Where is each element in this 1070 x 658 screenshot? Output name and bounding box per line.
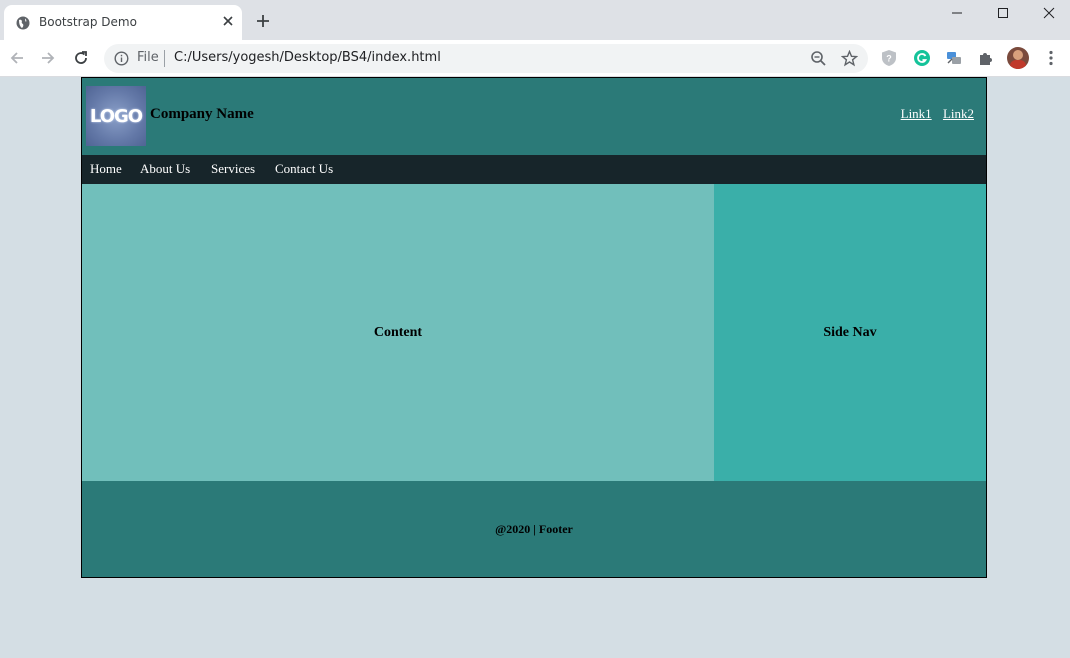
logo-text: LOGO (89, 105, 143, 127)
forward-button[interactable] (38, 48, 58, 68)
omnibox-divider (164, 50, 165, 67)
grammarly-icon[interactable] (913, 49, 931, 67)
close-icon (1043, 7, 1055, 19)
reload-icon (75, 51, 87, 64)
maximize-button[interactable] (980, 0, 1026, 26)
site-footer: @2020 | Footer (82, 481, 986, 577)
minimize-icon (952, 12, 962, 14)
svg-text:?: ? (886, 54, 892, 64)
extension-app-icon[interactable] (945, 49, 963, 67)
header-link-1[interactable]: Link1 (901, 106, 932, 121)
header-link-2[interactable]: Link2 (943, 106, 974, 121)
url-text[interactable]: C:/Users/yogesh/Desktop/BS4/index.html (174, 50, 441, 65)
file-label: File (137, 50, 159, 65)
side-nav: Side Nav (714, 184, 986, 481)
arrow-left-icon (10, 52, 23, 64)
star-icon[interactable] (841, 50, 858, 67)
browser-tab[interactable]: Bootstrap Demo (4, 5, 242, 40)
avatar-face (1013, 50, 1023, 60)
shield-icon[interactable]: ? (880, 49, 898, 67)
logo: LOGO (86, 86, 146, 146)
tab-title: Bootstrap Demo (39, 15, 137, 29)
maximize-icon (998, 8, 1008, 18)
arrow-right-icon (42, 52, 55, 64)
tab-strip: Bootstrap Demo (0, 0, 1070, 40)
info-icon[interactable] (114, 51, 129, 66)
site-header: LOGO Company Name Link1 Link2 (82, 78, 986, 155)
nav-item-about-us[interactable]: About Us (140, 161, 190, 177)
nav-item-home[interactable]: Home (90, 161, 122, 177)
more-menu-icon[interactable] (1042, 49, 1060, 67)
content-area: Content (82, 184, 714, 481)
minimize-button[interactable] (934, 0, 980, 26)
globe-icon (16, 16, 30, 30)
reload-button[interactable] (71, 48, 91, 68)
avatar[interactable] (1007, 47, 1029, 69)
address-bar[interactable]: File C:/Users/yogesh/Desktop/BS4/index.h… (104, 44, 868, 73)
close-window-button[interactable] (1026, 0, 1070, 26)
content-label: Content (373, 324, 423, 340)
close-tab-icon[interactable] (222, 15, 234, 27)
new-tab-icon[interactable] (256, 14, 270, 28)
browser-toolbar: File C:/Users/yogesh/Desktop/BS4/index.h… (0, 40, 1070, 77)
site-navbar: Home About Us Services Contact Us (82, 155, 986, 184)
sidenav-label: Side Nav (823, 324, 877, 340)
nav-item-services[interactable]: Services (211, 161, 255, 177)
puzzle-icon[interactable] (977, 49, 995, 67)
company-name: Company Name (150, 106, 254, 122)
avatar-body (1010, 60, 1026, 69)
zoom-out-icon[interactable] (810, 50, 827, 67)
back-button[interactable] (7, 48, 27, 68)
nav-item-contact-us[interactable]: Contact Us (275, 161, 333, 177)
web-page: LOGO Company Name Link1 Link2 Home About… (81, 77, 987, 578)
footer-text: @2020 | Footer (495, 521, 573, 536)
header-links: Link1 Link2 (893, 106, 974, 122)
